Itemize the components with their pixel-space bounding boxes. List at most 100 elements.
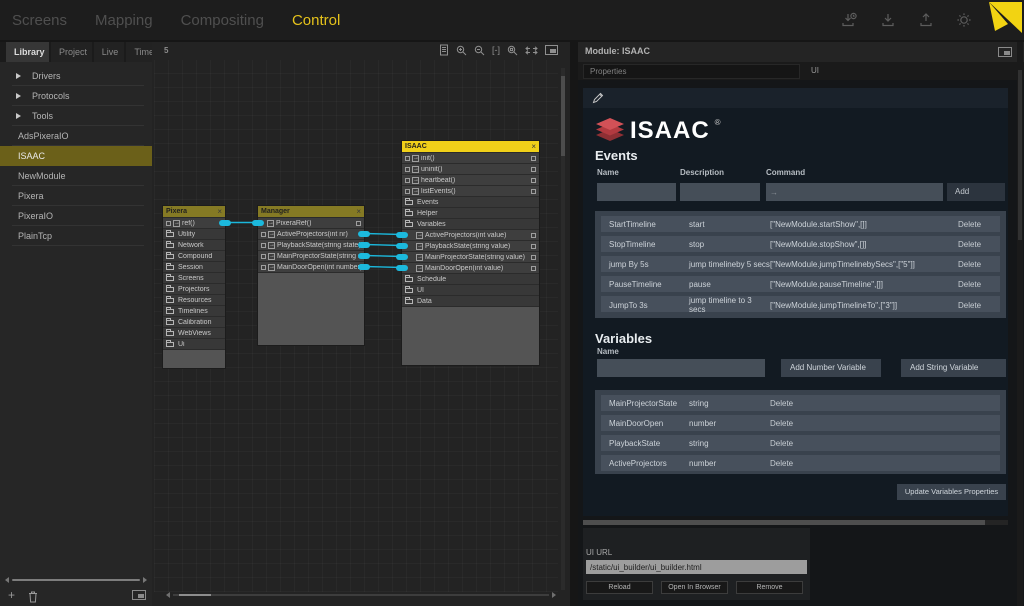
scroll-thumb[interactable] [179,594,211,596]
scroll-left-icon[interactable] [5,577,9,583]
output-port[interactable] [358,264,370,270]
scroll-thumb[interactable] [1018,70,1022,240]
node-folder-row[interactable]: Network [163,239,225,250]
node-row[interactable]: →init() [402,152,539,163]
sidebar-item-plaintcp[interactable]: PlainTcp [0,226,152,246]
tab-live[interactable]: Live [94,42,125,62]
scroll-track[interactable] [12,579,140,581]
input-port[interactable] [396,243,408,249]
zoom-out-icon[interactable] [474,45,485,56]
node-row[interactable]: → ActiveProjectors(int nr) [258,228,364,239]
expand-arrow-icon[interactable] [16,73,21,79]
sidebar-item-pixera[interactable]: Pixera [0,186,152,206]
nav-compositing[interactable]: Compositing [181,12,264,29]
sidebar-horizontal-scrollbar[interactable] [5,576,147,584]
sidebar-item-isaac[interactable]: ISAAC [0,146,152,166]
node-folder-row[interactable]: Ui [163,338,225,349]
checkbox[interactable] [531,189,536,194]
add-module-icon[interactable]: + [8,589,15,601]
export-icon[interactable] [918,12,934,28]
edit-pencil-icon[interactable] [591,91,605,105]
checkbox[interactable] [531,233,536,238]
delete-variable-button[interactable]: Delete [770,419,1000,428]
variable-name-input[interactable] [597,359,765,377]
detach-panel-icon[interactable] [998,47,1012,57]
scroll-right-icon[interactable] [552,592,556,598]
zoom-in-icon[interactable] [456,45,467,56]
node-folder-row[interactable]: Calibration [163,316,225,327]
minimap-icon[interactable] [545,45,558,55]
checkbox[interactable] [531,156,536,161]
node-folder-row[interactable]: Data [402,295,539,306]
settings-gear-icon[interactable] [956,12,972,28]
node-row[interactable]: → ref() [163,217,225,228]
checkbox[interactable] [405,156,410,161]
checkbox[interactable] [261,232,266,237]
ui-url-input[interactable] [586,560,807,574]
delete-event-button[interactable]: Delete [958,240,1000,249]
node-row[interactable]: → PixeraRef() [258,217,364,228]
node-resize-area[interactable] [163,349,225,368]
node-folder-row[interactable]: Compound [163,250,225,261]
node-row[interactable]: →MainDoorOpen(int value) [402,262,539,273]
checkbox[interactable] [261,243,266,248]
output-port[interactable] [358,253,370,259]
nav-control[interactable]: Control [292,12,340,29]
add-number-variable-button[interactable]: Add Number Variable [781,359,881,377]
pixera-logo[interactable] [984,0,1024,38]
node-row[interactable]: →MainProjectorState(string value) [402,251,539,262]
checkbox[interactable] [405,178,410,183]
input-port[interactable] [252,220,264,226]
checkbox[interactable] [531,178,536,183]
open-in-browser-button[interactable]: Open In Browser [661,581,728,594]
module-panel-horizontal-scrollbar[interactable] [583,520,1008,525]
delete-variable-button[interactable]: Delete [770,439,1000,448]
expand-arrow-icon[interactable] [16,113,21,119]
node-row[interactable]: → MainProjectorState(string state) [258,250,364,261]
nav-screens[interactable]: Screens [12,12,67,29]
checkbox[interactable] [405,167,410,172]
node-graph-canvas[interactable]: 5 [-] [152,42,570,606]
node-pixera[interactable]: Pixera× → ref() Utility Network Compound… [163,206,225,368]
delete-event-button[interactable]: Delete [958,220,1000,229]
event-command-input[interactable] [766,183,943,201]
scroll-track[interactable] [173,594,549,596]
close-icon[interactable]: × [531,143,536,151]
reload-button[interactable]: Reload [586,581,653,594]
delete-event-button[interactable]: Delete [958,280,1000,289]
remove-button[interactable]: Remove [736,581,803,594]
add-event-button[interactable]: Add [947,183,1005,201]
node-row[interactable]: →ActiveProjectors(int value) [402,229,539,240]
tab-library[interactable]: Library [6,42,49,62]
checkbox[interactable] [166,221,171,226]
output-port[interactable] [358,242,370,248]
checkbox[interactable] [405,189,410,194]
input-port[interactable] [396,265,408,271]
input-port[interactable] [396,254,408,260]
node-row[interactable]: →heartbeat() [402,174,539,185]
node-folder-row[interactable]: WebViews [163,327,225,338]
checkbox[interactable] [531,244,536,249]
scroll-right-icon[interactable] [143,577,147,583]
input-port[interactable] [396,232,408,238]
fit-brackets-icon[interactable]: [-] [492,44,500,56]
sidebar-item-adspixeraio[interactable]: AdsPixeraIO [0,126,152,146]
node-row[interactable]: →uninit() [402,163,539,174]
import-icon[interactable] [880,12,896,28]
checkbox[interactable] [531,167,536,172]
node-folder-row[interactable]: Timelines [163,305,225,316]
detach-panel-icon[interactable] [132,590,146,600]
node-row[interactable]: →listEvents() [402,185,539,196]
node-folder-row[interactable]: Screens [163,272,225,283]
node-row[interactable]: →PlaybackState(string value) [402,240,539,251]
sidebar-item-tools[interactable]: Tools [0,106,152,126]
fit-width-icon[interactable] [525,46,538,55]
zoom-selection-icon[interactable] [507,45,518,56]
node-folder-row[interactable]: Events [402,196,539,207]
node-folder-row[interactable]: Helper [402,207,539,218]
tab-timeline[interactable]: Timeline [126,42,152,62]
node-folder-row[interactable]: Projectors [163,283,225,294]
node-folder-row[interactable]: Schedule [402,273,539,284]
node-row[interactable]: → MainDoorOpen(int number) [258,261,364,272]
canvas-vertical-scrollbar[interactable] [561,68,565,590]
